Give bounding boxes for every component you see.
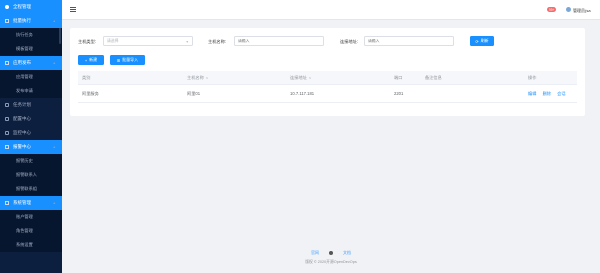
cell-name: 阿里01 [187,90,201,96]
host-type-label: 主机类型: [78,38,96,44]
sidebar-item-label: 任务计划 [13,102,31,107]
col-addr-label: 连接地址 [290,74,307,80]
col-name[interactable]: 主机名称 ⇅ [187,75,208,81]
copyright: 版权 © 2020开源OpenDevOps [305,260,357,264]
sidebar-item-settings[interactable]: 系统设置 [0,238,62,252]
sidebar-item-alarm-history[interactable]: 报警历史 [0,154,62,168]
chevron-down-icon: ▼ [185,39,189,44]
cell-type: 阿里服务 [82,90,99,96]
menu-toggle-icon[interactable] [70,7,76,12]
sidebar-item-app-manage[interactable]: 应用管理 [0,70,62,84]
cell-addr: 10.7.117.181 [290,91,315,96]
sidebar-item-schedule[interactable]: 任务计划 [0,98,62,112]
add-host-label: 新建 [89,57,98,62]
footer-link-site[interactable]: 官网 [311,250,319,256]
col-port: 端口 [394,74,403,80]
sidebar-group-label: 批量执行 [13,18,31,23]
sidebar-item-monitor[interactable]: 监控中心 [0,126,62,140]
edit-link[interactable]: 编辑 [528,91,536,96]
host-type-placeholder: 请选择 [107,38,119,43]
sidebar-group-system[interactable]: 系统管理 ▲ [0,196,62,210]
sidebar-item-exec-task[interactable]: 执行任务 [0,28,62,42]
session-link[interactable]: 会话 [557,91,565,96]
col-ops: 操作 [528,74,537,80]
host-addr-input[interactable] [364,36,454,46]
sort-icon[interactable]: ⇅ [206,76,209,80]
import-button[interactable]: ⊞ 批量导入 [110,55,145,65]
sidebar-item-account[interactable]: 账户管理 [0,210,62,224]
host-type-select[interactable]: 请选择 ▼ [103,36,193,46]
import-label: 批量导入 [122,57,139,62]
sidebar-item-template[interactable]: 模板管理 [0,42,62,56]
sidebar-item-alarm-contact[interactable]: 报警联系人 [0,168,62,182]
col-type: 类别 [82,74,91,80]
top-bar: 99+ 管理员(sa [62,0,600,20]
host-name-label: 主机名称: [208,38,226,44]
col-addr[interactable]: 连接地址 ⇅ [290,75,311,81]
sidebar-item-label: 监控中心 [13,130,31,135]
sidebar-item-label: 配置中心 [13,116,31,121]
refresh-button[interactable]: ⟳ 刷新 [470,36,494,46]
add-host-button[interactable]: + 新建 [78,55,104,65]
github-icon[interactable] [329,251,333,255]
chevron-up-icon: ▲ [52,61,56,65]
search-bar: 主机类型: 请选择 ▼ 主机名称: 连接地址: ⟳ 刷新 [70,36,585,46]
delete-link[interactable]: 删除 [543,91,551,96]
cell-port: 2201 [394,91,404,96]
avatar[interactable] [566,7,571,12]
sidebar: 全程管理 批量执行 ▲ 执行任务 模板管理 应用发布 ▲ 应用管理 发布申请 任… [0,0,62,273]
code-icon [5,19,9,23]
cell-ops: 编辑 删除 会话 [528,91,571,97]
chevron-up-icon: ▲ [52,19,56,23]
sidebar-item-deploy-request[interactable]: 发布申请 [0,84,62,98]
table-row: 阿里服务 阿里01 10.7.117.181 2201 编辑 删除 会话 [78,85,577,103]
host-addr-label: 连接地址: [340,38,358,44]
sidebar-group-batch[interactable]: 批量执行 ▲ [0,14,62,28]
table-header: 类别 主机名称 ⇅ 连接地址 ⇅ 端口 备注信息 操作 [78,71,577,85]
sidebar-group-deploy[interactable]: 应用发布 ▲ [0,56,62,70]
sidebar-item-role[interactable]: 角色管理 [0,224,62,238]
home-icon [5,5,9,9]
refresh-label: 刷新 [480,38,489,43]
host-name-input[interactable] [234,36,324,46]
sidebar-group-label: 报警中心 [13,144,31,149]
col-remark: 备注信息 [425,74,442,80]
sidebar-item-config[interactable]: 配置中心 [0,112,62,126]
host-table: 类别 主机名称 ⇅ 连接地址 ⇅ 端口 备注信息 操作 阿里服务 阿里01 10.7… [78,71,577,103]
host-panel: 主机类型: 请选择 ▼ 主机名称: 连接地址: ⟳ 刷新 + 新建 ⊞ 批量导入… [70,28,585,116]
clock-icon [5,103,9,107]
notification-badge[interactable]: 99+ [547,7,557,13]
sidebar-item-home[interactable]: 全程管理 [0,0,62,14]
flag-icon [5,61,9,65]
sidebar-group-alarm[interactable]: 报警中心 ▲ [0,140,62,154]
refresh-icon: ⟳ [475,38,479,44]
sidebar-group-label: 应用发布 [13,60,31,65]
footer: 官网 文档 版权 © 2020开源OpenDevOps [62,250,600,265]
setting-icon [5,201,9,205]
alert-icon [5,145,9,149]
footer-links: 官网 文档 [62,250,600,256]
col-name-label: 主机名称 [187,74,204,80]
sidebar-group-label: 系统管理 [13,200,31,205]
monitor-icon [5,131,9,135]
footer-link-docs[interactable]: 文档 [343,250,351,256]
chevron-up-icon: ▲ [52,145,56,149]
plus-icon: + [84,57,88,63]
sidebar-item-alarm-group[interactable]: 报警联系组 [0,182,62,196]
username[interactable]: 管理员(sa [573,8,591,14]
config-icon [5,117,9,121]
sidebar-item-label: 全程管理 [13,4,31,9]
chevron-up-icon: ▲ [52,201,56,205]
sort-icon[interactable]: ⇅ [309,76,312,80]
import-icon: ⊞ [116,57,121,63]
